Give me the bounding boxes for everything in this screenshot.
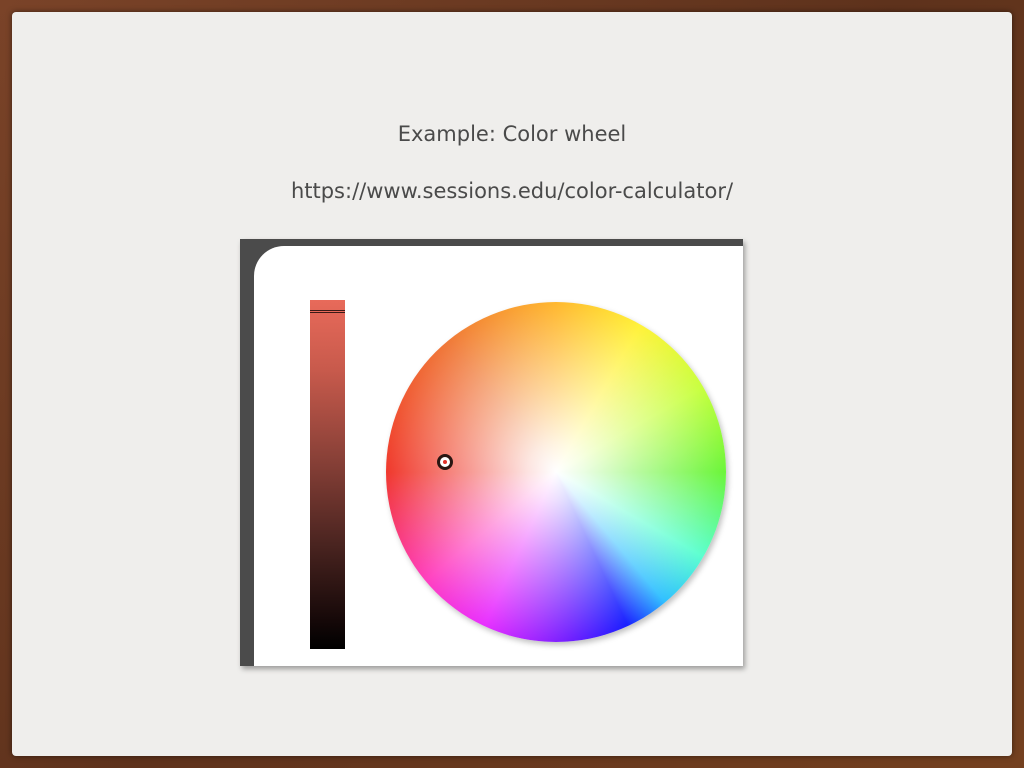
color-wheel-picker[interactable] [437, 454, 453, 470]
picker-center-dot [443, 460, 447, 464]
color-wheel[interactable] [386, 302, 726, 642]
slide-title: Example: Color wheel [397, 122, 627, 146]
slide-url: https://www.sessions.edu/color-calculato… [290, 179, 734, 203]
slide-frame: Example: Color wheel https://www.session… [0, 0, 1024, 768]
slide: Example: Color wheel https://www.session… [12, 12, 1012, 756]
value-slider[interactable] [310, 300, 345, 649]
color-calculator-screenshot [240, 239, 743, 666]
color-picker-panel [254, 246, 743, 666]
value-slider-handle[interactable] [310, 310, 345, 313]
color-wheel-saturation [386, 302, 726, 642]
